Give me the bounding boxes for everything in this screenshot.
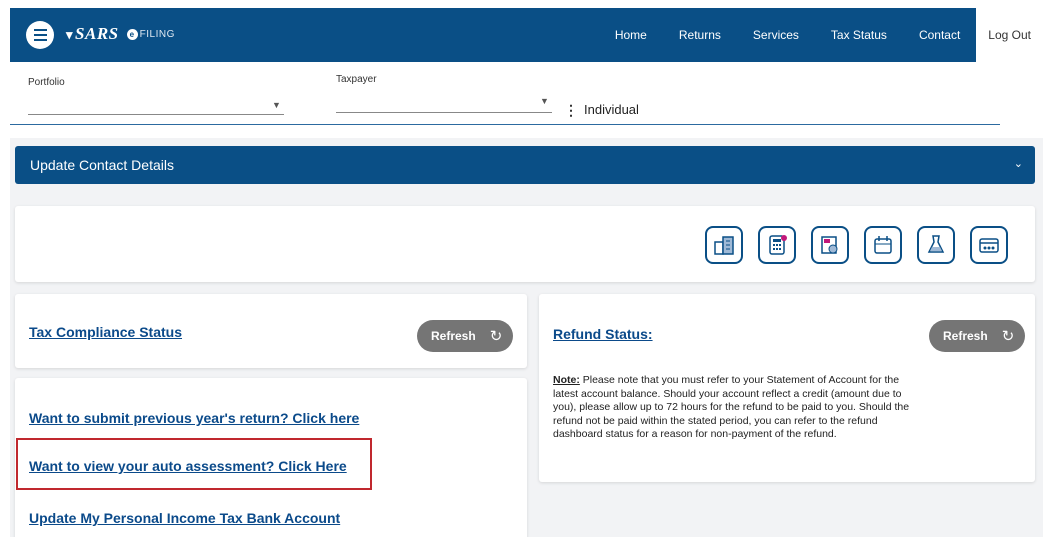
update-contact-title: Update Contact Details [30, 157, 174, 173]
logout-button[interactable]: Log Out [976, 8, 1043, 62]
sars-logo[interactable]: SARS eFILING [66, 24, 175, 44]
nav-home[interactable]: Home [599, 8, 663, 62]
taxpayer-type: Individual [584, 102, 639, 117]
brand-name: SARS [66, 24, 119, 44]
refund-refresh-button[interactable]: Refresh ↻ [929, 320, 1025, 352]
nav-services[interactable]: Services [737, 8, 815, 62]
certificate-icon[interactable] [811, 226, 849, 264]
calendar-icon[interactable] [864, 226, 902, 264]
calculator-icon[interactable] [758, 226, 796, 264]
efiling-window: SARS eFILING Home Returns Services Tax S… [10, 8, 1043, 537]
nav-contact[interactable]: Contact [903, 8, 976, 62]
refresh-label: Refresh [431, 329, 476, 343]
efiling-e-icon: e [126, 28, 138, 40]
top-navigation: SARS eFILING Home Returns Services Tax S… [10, 8, 1043, 62]
divider [10, 124, 1000, 125]
nav-links: Home Returns Services Tax Status Contact… [599, 8, 1043, 62]
menu-icon[interactable] [26, 21, 54, 49]
previous-year-return-link[interactable]: Want to submit previous year's return? C… [29, 410, 359, 426]
compliance-refresh-button[interactable]: Refresh ↻ [417, 320, 513, 352]
refund-note: Note: Please note that you must refer to… [553, 374, 913, 442]
update-contact-details-bar[interactable]: Update Contact Details ⌄ [15, 146, 1035, 184]
portfolio-label: Portfolio [28, 77, 65, 88]
nav-returns[interactable]: Returns [663, 8, 737, 62]
portfolio-dropdown-icon[interactable]: ▼ [272, 100, 281, 110]
tax-compliance-link[interactable]: Tax Compliance Status [29, 324, 182, 340]
note-label: Note: [553, 374, 580, 386]
taxpayer-underline [336, 112, 552, 113]
taxpayer-select[interactable] [336, 88, 552, 112]
nav-tax-status[interactable]: Tax Status [815, 8, 903, 62]
building-icon[interactable] [705, 226, 743, 264]
portfolio-select[interactable] [28, 92, 284, 114]
selector-row: Portfolio ▼ Taxpayer ▼ ⋮ Individual [10, 62, 1043, 138]
flask-icon[interactable] [917, 226, 955, 264]
taxpayer-dropdown-icon[interactable]: ▼ [540, 96, 549, 106]
refund-status-link[interactable]: Refund Status: [553, 326, 653, 342]
efiling-text: FILING [139, 28, 175, 40]
tax-compliance-card: Tax Compliance Status Refresh ↻ [15, 294, 527, 368]
refresh-icon: ↻ [489, 328, 503, 345]
taxpayer-label: Taxpayer [336, 74, 377, 85]
note-text: Please note that you must refer to your … [553, 374, 910, 441]
portfolio-underline [28, 114, 284, 115]
refresh-label: Refresh [943, 329, 988, 343]
refresh-icon: ↻ [1001, 328, 1015, 345]
highlight-box [16, 438, 372, 490]
chevron-down-icon[interactable]: ⌄ [1014, 157, 1023, 170]
payment-card-icon[interactable] [970, 226, 1008, 264]
tools-panel [15, 206, 1035, 282]
bank-account-link[interactable]: Update My Personal Income Tax Bank Accou… [29, 510, 340, 526]
efiling-label: e FILING [126, 28, 175, 40]
refund-status-card: Refund Status: Refresh ↻ Note: Please no… [539, 294, 1035, 482]
more-vertical-icon[interactable]: ⋮ [564, 102, 578, 119]
